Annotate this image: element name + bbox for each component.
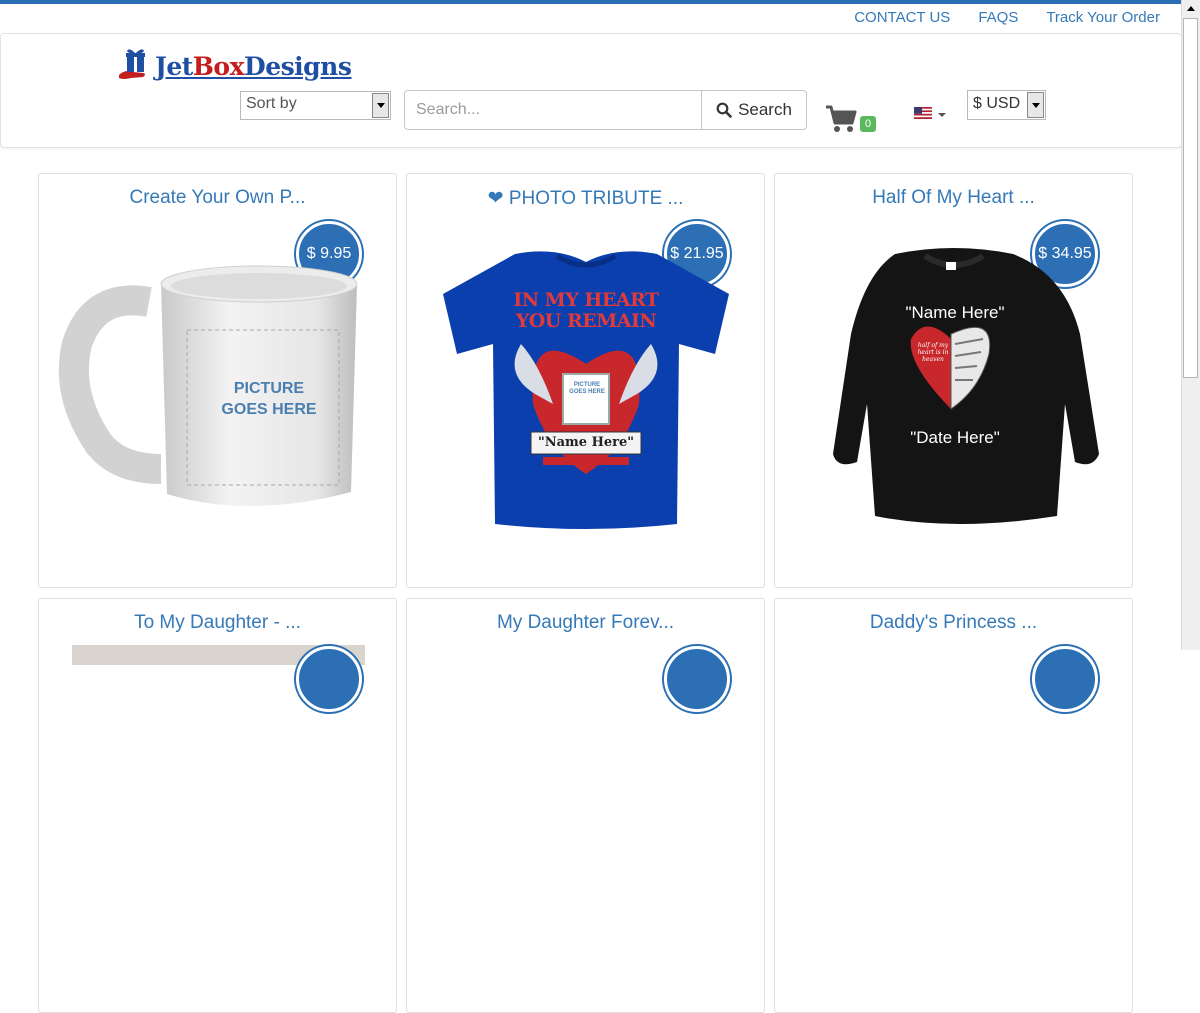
product-title[interactable]: Half Of My Heart ... <box>775 187 1132 209</box>
caret-down-icon <box>938 112 946 117</box>
price-badge <box>296 646 362 712</box>
product-card[interactable]: Half Of My Heart ... $ 34.95 "Name Here"… <box>774 173 1133 588</box>
product-card[interactable]: Create Your Own P... $ 9.95 PICTURE GOES… <box>38 173 397 588</box>
scroll-up-icon[interactable] <box>1182 0 1200 17</box>
product-card[interactable]: To My Daughter - ... <box>38 598 397 1013</box>
price-badge <box>664 646 730 712</box>
shopping-cart-icon <box>826 105 857 132</box>
tshirt-line-2: YOU REMAIN <box>515 310 657 332</box>
sweatshirt-name-text: "Name Here" <box>905 303 1005 322</box>
cart-count-badge: 0 <box>860 116 877 132</box>
product-title[interactable]: Daddy's Princess ... <box>775 612 1132 634</box>
gift-box-icon <box>119 49 145 79</box>
tshirt-line-1: IN MY HEART <box>513 289 659 311</box>
site-header: JetBoxDesigns Sort by Search 0 <box>0 33 1182 148</box>
search-bar: Search <box>404 90 807 130</box>
track-order-link[interactable]: Track Your Order <box>1046 9 1160 26</box>
product-title[interactable]: My Daughter Forev... <box>407 612 764 634</box>
scrollbar-thumb[interactable] <box>1183 18 1198 378</box>
product-title[interactable]: Create Your Own P... <box>39 187 396 209</box>
us-flag-icon <box>914 107 932 119</box>
product-title[interactable]: ❤ PHOTO TRIBUTE ... <box>407 187 764 210</box>
currency-select[interactable]: $ USD <box>967 90 1046 120</box>
logo-text: JetBoxDesigns <box>155 52 352 81</box>
chevron-down-icon <box>372 93 389 118</box>
sort-by-select[interactable]: Sort by <box>240 91 391 120</box>
mug-placeholder-text: PICTURE GOES HERE <box>221 380 317 418</box>
price-badge <box>1032 646 1098 712</box>
sort-by-label: Sort by <box>246 95 297 112</box>
site-logo[interactable]: JetBoxDesigns <box>117 47 352 81</box>
sweatshirt-date-text: "Date Here" <box>910 428 1000 447</box>
sweatshirt-script-text: half of my heart is in heaven <box>917 342 949 363</box>
product-card[interactable]: My Daughter Forev... <box>406 598 765 1013</box>
search-button-label: Search <box>738 100 792 119</box>
product-card[interactable]: ❤ PHOTO TRIBUTE ... $ 21.95 IN MY HEART … <box>406 173 765 588</box>
country-selector[interactable] <box>914 107 946 119</box>
currency-value: $ USD <box>973 95 1021 112</box>
search-button[interactable]: Search <box>701 91 806 129</box>
tshirt-picture-text: PICTURE GOES HERE <box>569 382 605 395</box>
chevron-down-icon <box>1027 92 1044 118</box>
product-title[interactable]: To My Daughter - ... <box>39 612 396 634</box>
search-icon <box>716 102 732 118</box>
top-accent-bar <box>0 0 1182 4</box>
product-card[interactable]: Daddy's Princess ... <box>774 598 1133 1013</box>
faqs-link[interactable]: FAQS <box>978 9 1018 26</box>
top-links: CONTACT US FAQS Track Your Order <box>854 9 1160 26</box>
tshirt-graphic-text: IN MY HEART YOU REMAIN <box>513 290 659 332</box>
contact-us-link[interactable]: CONTACT US <box>854 9 950 26</box>
cart-button[interactable]: 0 <box>825 104 881 136</box>
product-image-sweatshirt[interactable] <box>775 244 1133 534</box>
search-input[interactable] <box>405 91 701 129</box>
vertical-scrollbar[interactable] <box>1181 0 1200 650</box>
tshirt-name-text: "Name Here" <box>537 435 635 450</box>
